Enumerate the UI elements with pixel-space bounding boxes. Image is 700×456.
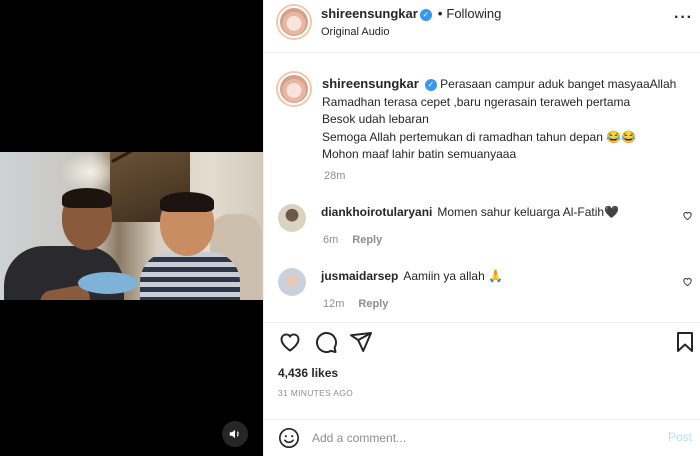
comment-meta: 12m Reply [323,298,388,310]
bookmark-icon[interactable] [673,330,697,354]
reply-button[interactable]: Reply [352,234,382,246]
comment-avatar[interactable] [278,268,306,296]
comment-icon[interactable] [314,330,338,354]
video-plate [78,272,138,294]
header-username[interactable]: shireensungkar [321,6,418,21]
separator-dot: • [437,6,443,21]
caption-text: Semoga Allah pertemukan di ramadhan tahu… [322,129,637,144]
comment-heart-icon[interactable] [682,276,693,290]
post-caption: shireensungkar ✓ Perasaan campur aduk ban… [322,75,692,164]
caption-timestamp[interactable]: 28m [324,170,345,182]
avatar[interactable] [278,6,310,38]
heart-icon[interactable] [278,330,302,354]
more-horizontal-icon[interactable]: ··· [674,9,693,27]
comment-text-line: diankhoirotularyani Momen sahur keluarga … [321,205,619,219]
comment-composer: Post [264,419,700,456]
audio-link[interactable]: Original Audio [321,26,390,38]
video-player[interactable] [0,152,263,300]
header-user-line: shireensungkar ✓ • Following [321,6,501,21]
caption-text: Besok udah lebaran [322,112,429,126]
boy-hair [160,192,214,212]
verified-icon: ✓ [424,78,437,91]
caption-avatar[interactable] [278,73,310,105]
comment-input[interactable] [312,428,642,448]
speaker-icon [229,429,239,439]
caption-text: Mohon maaf lahir batin semuanyaaa [322,147,517,161]
comment-text-line: jusmaidarsep Aamiin ya allah 🙏 [321,269,503,283]
caption-line: shireensungkar ✓ Perasaan campur aduk ban… [322,75,692,94]
verified-icon: ✓ [419,8,432,21]
post-button[interactable]: Post [668,430,692,444]
action-bar [264,322,700,362]
comment-time[interactable]: 12m [323,298,344,310]
mute-button[interactable] [222,421,248,447]
post-media[interactable] [0,0,263,456]
caption-text: Ramadhan terasa cepet ,baru ngerasain te… [322,94,631,109]
post-header: shireensungkar ✓ • Following Original Audio… [264,0,700,53]
comment-avatar[interactable] [278,204,306,232]
comment-time[interactable]: 6m [323,234,338,246]
reply-button[interactable]: Reply [358,298,388,310]
boy-shirt [140,252,240,300]
man-hair [62,188,112,208]
caption-username[interactable]: shireensungkar [322,76,419,91]
posted-time[interactable]: 31 MINUTES AGO [278,388,353,398]
comment-text: Aamiin ya allah 🙏 [403,269,504,283]
emoji-icon[interactable] [278,427,300,449]
comment-meta: 6m Reply [323,234,382,246]
like-count[interactable]: 4,436 likes [278,366,338,380]
send-icon[interactable] [349,330,373,354]
comment-text: Momen sahur keluarga Al-Fatih🖤 [437,205,620,219]
caption-text: Perasaan campur aduk banget masyaaAllah [440,77,677,91]
post-details-panel: shireensungkar ✓ • Following Original Audio… [263,0,700,456]
comment-heart-icon[interactable] [682,210,693,224]
following-button[interactable]: Following [446,6,501,21]
comment-username[interactable]: diankhoirotularyani [321,205,432,219]
comment-username[interactable]: jusmaidarsep [321,269,398,283]
